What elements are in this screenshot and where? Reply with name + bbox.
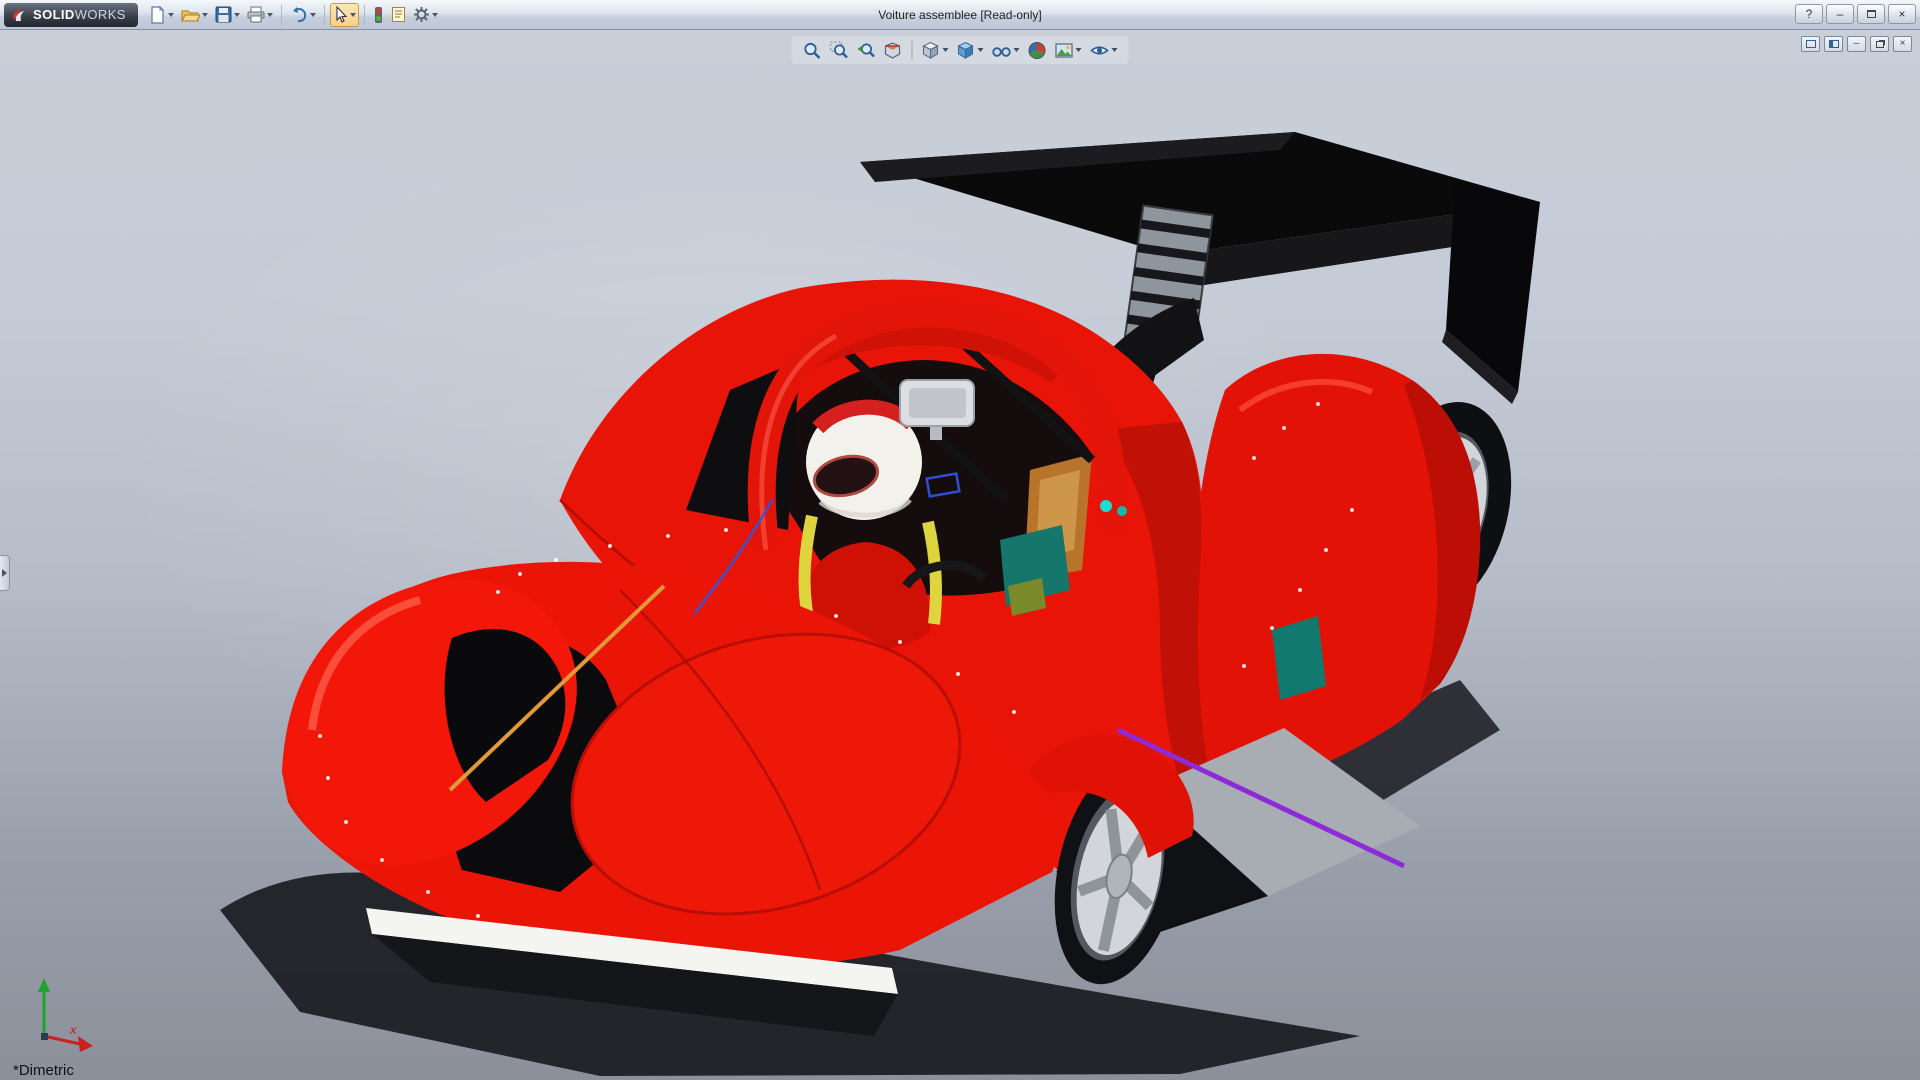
zoom-to-area-icon xyxy=(830,41,849,60)
toolbar-separator xyxy=(912,41,913,59)
document-window-controls: – × xyxy=(1801,36,1912,52)
view-orientation-icon xyxy=(922,41,941,60)
dropdown-caret xyxy=(202,13,208,17)
minimize-button[interactable]: – xyxy=(1826,4,1854,24)
rebuild-icon xyxy=(373,6,384,24)
dropdown-caret xyxy=(234,13,240,17)
print-button[interactable] xyxy=(244,3,276,27)
new-document-button[interactable] xyxy=(146,3,177,27)
edit-appearance-icon xyxy=(1028,41,1047,60)
help-button[interactable]: ? xyxy=(1795,4,1823,24)
previous-view-icon xyxy=(857,41,876,60)
window-controls: ? – × xyxy=(1795,4,1916,24)
window-title: Voiture assemblee [Read-only] xyxy=(878,8,1041,22)
dropdown-caret xyxy=(432,13,438,17)
expand-arrow-icon xyxy=(2,569,7,577)
hide-show-items-icon xyxy=(992,41,1012,60)
dropdown-caret xyxy=(267,13,273,17)
save-button[interactable] xyxy=(212,3,243,27)
doc-minimize-button[interactable]: – xyxy=(1847,36,1866,52)
select-cursor-icon xyxy=(333,6,348,23)
dropdown-caret xyxy=(1112,48,1118,52)
pane-left-icon xyxy=(1806,40,1816,48)
main-toolbar xyxy=(146,3,441,27)
pane-split-icon xyxy=(1829,40,1839,48)
section-view-icon xyxy=(884,41,903,60)
section-view-button[interactable] xyxy=(881,38,906,62)
apply-scene-button[interactable] xyxy=(1052,38,1085,62)
x-axis-label: x xyxy=(69,1022,77,1037)
y-axis-arrow xyxy=(38,978,50,992)
view-orientation-label: *Dimetric xyxy=(13,1062,74,1079)
toolbar-separator xyxy=(281,5,282,25)
brand-solid: SOLID xyxy=(33,7,75,22)
heads-up-view-toolbar xyxy=(792,36,1129,64)
titlebar: SOLIDWORKS xyxy=(0,0,1920,30)
brand-works: WORKS xyxy=(75,7,126,22)
harness-strap xyxy=(805,516,812,618)
edit-appearance-button[interactable] xyxy=(1025,38,1050,62)
view-settings-icon xyxy=(1090,41,1110,60)
dropdown-caret xyxy=(1014,48,1020,52)
display-style-button[interactable] xyxy=(954,38,987,62)
select-tool-button[interactable] xyxy=(330,3,359,27)
doc-restore-icon xyxy=(1876,41,1884,48)
dropdown-caret xyxy=(943,48,949,52)
previous-view-button[interactable] xyxy=(854,38,879,62)
feature-panel-collapse-tab[interactable] xyxy=(0,555,10,591)
new-document-icon xyxy=(149,6,166,24)
dropdown-caret xyxy=(310,13,316,17)
display-style-icon xyxy=(957,41,976,60)
red-race-car-model[interactable]: x xyxy=(0,30,1920,1080)
zoom-to-fit-icon xyxy=(803,41,822,60)
options-button[interactable] xyxy=(410,3,441,27)
undo-button[interactable] xyxy=(287,3,319,27)
graphics-viewport[interactable]: x xyxy=(0,30,1920,1080)
toolbar-separator xyxy=(364,5,365,25)
print-icon xyxy=(247,6,265,23)
dropdown-caret xyxy=(350,13,356,17)
open-document-icon xyxy=(181,6,200,24)
close-button[interactable]: × xyxy=(1888,4,1916,24)
hide-show-items-button[interactable] xyxy=(989,38,1023,62)
zoom-to-fit-button[interactable] xyxy=(800,38,825,62)
view-orientation-button[interactable] xyxy=(919,38,952,62)
doc-close-button[interactable]: × xyxy=(1893,36,1912,52)
pane-split-button[interactable] xyxy=(1824,36,1843,52)
dropdown-caret xyxy=(978,48,984,52)
file-properties-button[interactable] xyxy=(388,3,409,27)
dropdown-caret xyxy=(168,13,174,17)
rebuild-button[interactable] xyxy=(370,3,387,27)
axis-triad: x xyxy=(38,978,93,1052)
save-icon xyxy=(215,6,232,23)
dropdown-caret xyxy=(1076,48,1082,52)
maximize-icon xyxy=(1867,10,1876,18)
view-settings-button[interactable] xyxy=(1087,38,1121,62)
maximize-button[interactable] xyxy=(1857,4,1885,24)
toolbar-separator xyxy=(324,5,325,25)
pane-left-button[interactable] xyxy=(1801,36,1820,52)
doc-restore-button[interactable] xyxy=(1870,36,1889,52)
solidworks-logo-icon xyxy=(10,6,28,24)
x-axis-arrow xyxy=(78,1036,93,1052)
undo-icon xyxy=(290,6,308,23)
options-icon xyxy=(413,6,430,23)
file-properties-icon xyxy=(391,6,406,23)
open-document-button[interactable] xyxy=(178,3,211,27)
solidworks-logo: SOLIDWORKS xyxy=(4,3,138,27)
zoom-to-area-button[interactable] xyxy=(827,38,852,62)
apply-scene-icon xyxy=(1055,41,1074,60)
